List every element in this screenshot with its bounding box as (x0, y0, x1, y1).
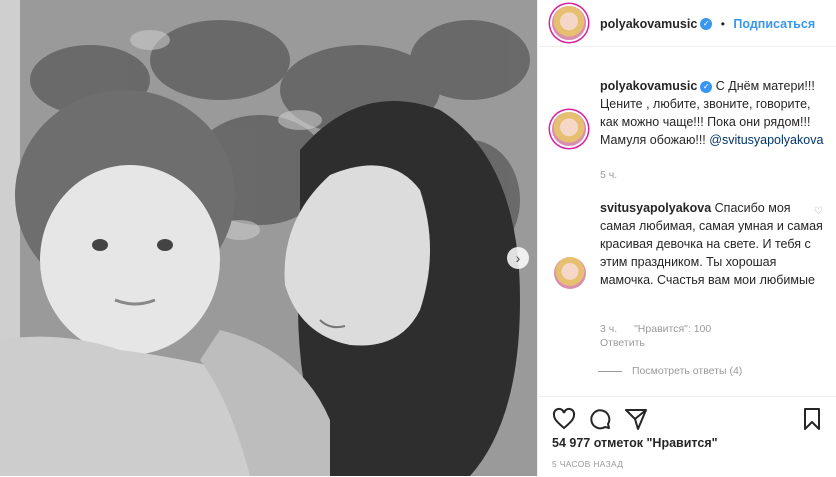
comment: svitusyapolyakova Спасибо моя самая люби… (600, 199, 828, 289)
post-photo[interactable]: › (0, 0, 537, 476)
comment-icon[interactable] (588, 407, 612, 431)
follow-button[interactable]: Подписаться (733, 17, 815, 31)
heart-icon[interactable] (552, 407, 576, 431)
comment-like-icon[interactable]: ♡ (814, 206, 823, 217)
caption-mention[interactable]: @svitusyapolyakova (709, 133, 823, 147)
view-replies[interactable]: Посмотреть ответы (4) (598, 365, 742, 377)
verified-icon: ✓ (700, 17, 713, 30)
caption-time[interactable]: 5 ч. (600, 169, 617, 181)
view-replies-label[interactable]: Посмотреть ответы (4) (632, 365, 742, 377)
comment-author[interactable]: svitusyapolyakova (600, 201, 711, 215)
separator-dot: • (720, 17, 725, 31)
photo-illustration (0, 0, 537, 476)
chevron-right-icon: › (515, 250, 521, 266)
author-username[interactable]: polyakovamusic (600, 17, 697, 31)
caption: polyakovamusic ✓ С Днём матери!!! Цените … (600, 77, 828, 149)
comment-meta: 3 ч. "Нравится": 100 Ответить (600, 323, 725, 349)
avatar[interactable] (552, 6, 586, 40)
likes-count[interactable]: 54 977 отметок "Нравится" (552, 436, 718, 450)
next-photo-button[interactable]: › (507, 247, 529, 269)
replies-line (598, 370, 622, 372)
share-icon[interactable] (624, 407, 648, 431)
comment-avatar[interactable] (554, 257, 586, 289)
bookmark-icon[interactable] (800, 407, 824, 431)
post-header: polyakovamusic ✓ • Подписаться (538, 0, 836, 47)
reply-button[interactable]: Ответить (600, 337, 725, 349)
verified-icon: ✓ (700, 80, 713, 93)
post-panel: polyakovamusic ✓ • Подписаться polyakovam… (537, 0, 836, 476)
caption-avatar[interactable] (552, 112, 586, 146)
comment-likes[interactable]: "Нравится": 100 (634, 323, 711, 335)
comment-time[interactable]: 3 ч. (600, 323, 617, 335)
post-time-ago[interactable]: 5 ЧАСОВ НАЗАД (552, 459, 623, 469)
caption-author[interactable]: polyakovamusic (600, 79, 697, 93)
